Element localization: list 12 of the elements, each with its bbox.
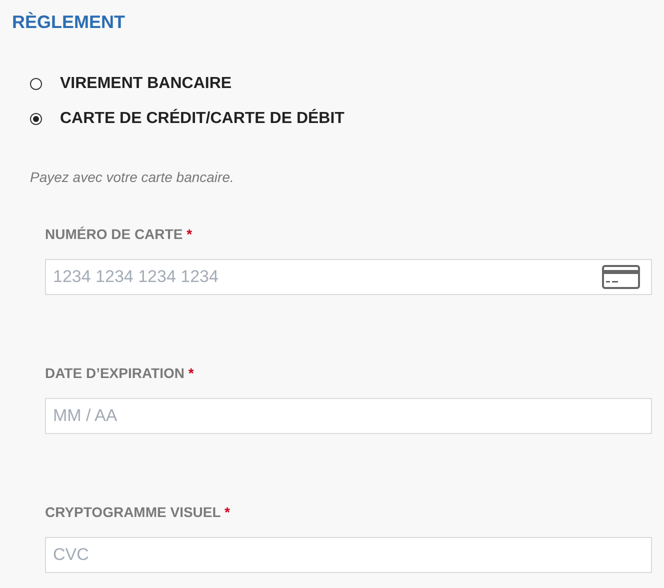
radio-label[interactable]: CARTE DE CRÉDIT/CARTE DE DÉBIT: [60, 108, 344, 130]
field-label: DATE D’EXPIRATION *: [45, 365, 194, 381]
field-label: NUMÉRO DE CARTE *: [45, 226, 192, 242]
input-field[interactable]: MM / AA: [45, 398, 652, 434]
input-field[interactable]: 1234 1234 1234 1234: [45, 259, 652, 295]
section-title: RÈGLEMENT: [12, 11, 126, 33]
field-label: CRYPTOGRAMME VISUEL *: [45, 504, 230, 520]
radio-label[interactable]: VIREMENT BANCAIRE: [60, 73, 232, 95]
payment-description: Payez avec votre carte bancaire.: [30, 168, 234, 186]
input-field[interactable]: CVC: [45, 537, 652, 573]
radio-button[interactable]: [30, 78, 42, 90]
radio-button[interactable]: [30, 113, 42, 125]
